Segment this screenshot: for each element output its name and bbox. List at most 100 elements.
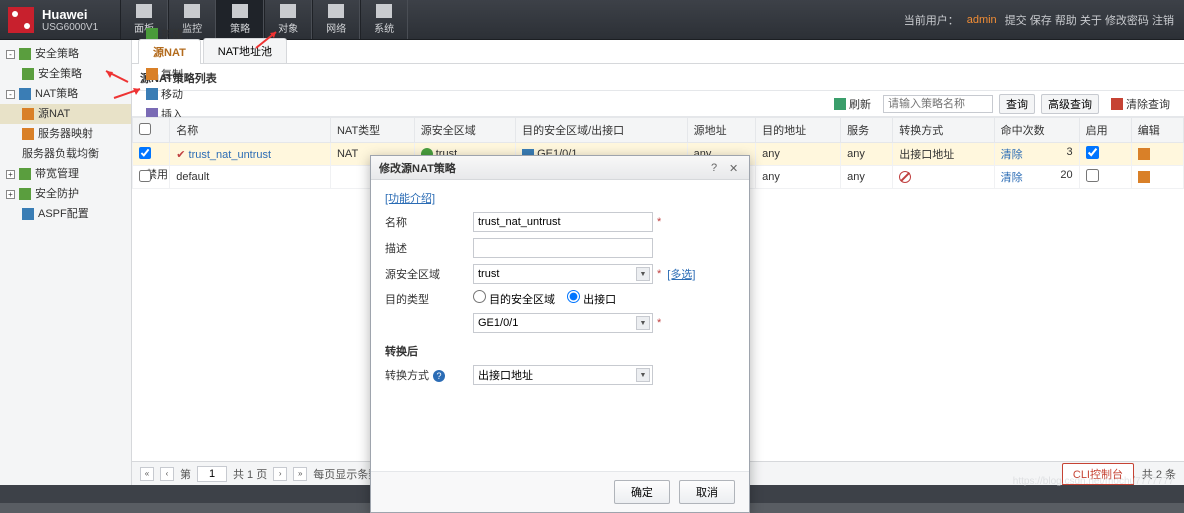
brand-block: Huawei USG6000V1 xyxy=(0,0,110,39)
mode-select[interactable]: 出接口地址▼ xyxy=(473,365,653,385)
search-input[interactable] xyxy=(883,95,993,113)
col-源安全区域: 源安全区域 xyxy=(414,118,515,143)
tree-安全策略[interactable]: -安全策略 xyxy=(0,44,131,64)
expand-icon[interactable]: - xyxy=(6,90,15,99)
huawei-logo-icon xyxy=(8,7,34,33)
edit-icon[interactable] xyxy=(1138,171,1150,183)
enable-check[interactable] xyxy=(1086,146,1099,159)
help-icon[interactable]: ? xyxy=(433,370,445,382)
row-check[interactable] xyxy=(139,170,151,182)
tree-ASPF配置[interactable]: ASPF配置 xyxy=(0,204,131,224)
tree-服务器负载均衡[interactable]: 服务器负载均衡 xyxy=(0,144,131,164)
desc-input[interactable] xyxy=(473,238,653,258)
nav-系统[interactable]: 系统 xyxy=(360,0,408,39)
nav-tree: -安全策略安全策略-NAT策略源NAT 服务器映射服务器负载均衡 + 带宽管理 + 安全防… xyxy=(0,40,132,485)
brand-name: Huawei xyxy=(42,7,98,22)
cancel-button[interactable]: 取消 xyxy=(679,480,735,504)
col-启用: 启用 xyxy=(1079,118,1131,143)
ok-button[interactable]: 确定 xyxy=(614,480,670,504)
col-目的安全区域/出接口: 目的安全区域/出接口 xyxy=(516,118,688,143)
watermark: https://blog.csdn.net/mochu7777777 xyxy=(1013,476,1174,487)
tb-移动[interactable]: 移动 xyxy=(140,84,255,104)
policy-name-link[interactable]: trust_nat_untrust xyxy=(189,149,272,161)
tab-源NAT[interactable]: 源NAT xyxy=(138,39,201,64)
name-input[interactable] xyxy=(473,212,653,232)
tree-icon xyxy=(22,68,34,80)
tree-安全策略[interactable]: 安全策略 xyxy=(0,64,131,84)
tree-icon xyxy=(19,88,31,100)
dialog-close-icon[interactable]: ✕ xyxy=(729,162,741,174)
nav-网络[interactable]: 网络 xyxy=(312,0,360,39)
tb-icon xyxy=(146,68,158,80)
check-all[interactable] xyxy=(139,123,151,135)
pager-last[interactable]: » xyxy=(293,467,307,481)
pager-next[interactable]: › xyxy=(273,467,287,481)
multi-select-link[interactable]: [多选] xyxy=(667,266,695,282)
desc-label: 描述 xyxy=(385,240,473,256)
tree-icon xyxy=(19,168,31,180)
tab-bar: 源NATNAT地址池 xyxy=(132,40,1184,64)
clear-search-button[interactable]: 清除查询 xyxy=(1105,94,1176,114)
radio-outif[interactable]: 出接口 xyxy=(567,290,616,307)
tree-label: 服务器负载均衡 xyxy=(22,146,99,162)
dialog-header: 修改源NAT策略 ? ✕ xyxy=(371,156,749,180)
mode-label: 转换方式? xyxy=(385,367,473,383)
pager-total: 共 1 页 xyxy=(233,466,267,482)
intro-link[interactable]: [功能介绍] xyxy=(385,190,735,206)
col-目的地址: 目的地址 xyxy=(756,118,841,143)
nav-icon xyxy=(136,4,152,18)
nav-对象[interactable]: 对象 xyxy=(264,0,312,39)
col-源地址: 源地址 xyxy=(687,118,756,143)
expand-icon[interactable]: + xyxy=(6,170,15,179)
refresh-icon xyxy=(834,98,846,110)
col-服务: 服务 xyxy=(841,118,893,143)
hdr-link-关于[interactable]: 关于 xyxy=(1080,15,1102,27)
tree-NAT策略[interactable]: -NAT策略 xyxy=(0,84,131,104)
dialog-title: 修改源NAT策略 xyxy=(379,160,456,176)
panel-title: 源NAT策略列表 xyxy=(132,64,1184,91)
col-名称: 名称 xyxy=(170,118,331,143)
pager-page-label: 第 xyxy=(180,466,191,482)
pager-first[interactable]: « xyxy=(140,467,154,481)
tree-label: ASPF配置 xyxy=(38,206,89,222)
search-button[interactable]: 查询 xyxy=(999,94,1035,114)
clear-hits-link[interactable]: 清除 xyxy=(1001,149,1023,161)
col-转换方式: 转换方式 xyxy=(893,118,994,143)
srczone-select[interactable]: trust▼ xyxy=(473,264,653,284)
chevron-down-icon: ▼ xyxy=(636,368,650,382)
tree-icon xyxy=(19,188,31,200)
edit-icon[interactable] xyxy=(1138,148,1150,160)
outif-select[interactable]: GE1/0/1▼ xyxy=(473,313,653,333)
hdr-link-帮助[interactable]: 帮助 xyxy=(1055,15,1077,27)
tree-label: 带宽管理 xyxy=(35,166,79,182)
tree-安全防护[interactable]: + 安全防护 xyxy=(0,184,131,204)
tree-源NAT[interactable]: 源NAT xyxy=(0,104,131,124)
adv-search-button[interactable]: 高级查询 xyxy=(1041,94,1099,114)
dsttype-label: 目的类型 xyxy=(385,291,473,307)
expand-icon[interactable]: + xyxy=(6,190,15,199)
required-icon: * xyxy=(657,317,661,329)
tree-带宽管理[interactable]: + 带宽管理 xyxy=(0,164,131,184)
tree-label: 源NAT xyxy=(38,106,70,122)
hdr-link-提交[interactable]: 提交 xyxy=(1005,15,1027,27)
nav-icon xyxy=(328,4,344,18)
hdr-link-修改密码[interactable]: 修改密码 xyxy=(1105,15,1149,27)
radio-dstzone[interactable]: 目的安全区域 xyxy=(473,290,555,307)
expand-icon[interactable]: - xyxy=(6,50,15,59)
tb-复制[interactable]: 复制 xyxy=(140,64,255,84)
refresh-button[interactable]: 刷新 xyxy=(828,94,877,114)
brand-model: USG6000V1 xyxy=(42,22,98,33)
tree-服务器映射[interactable]: 服务器映射 xyxy=(0,124,131,144)
after-section: 转换后 xyxy=(385,343,735,359)
clear-hits-link[interactable]: 清除 xyxy=(1001,172,1023,184)
tree-label: 安全防护 xyxy=(35,186,79,202)
hdr-link-保存[interactable]: 保存 xyxy=(1030,15,1052,27)
hdr-link-注销[interactable]: 注销 xyxy=(1152,15,1174,27)
tree-icon xyxy=(19,48,31,60)
pager-page-input[interactable] xyxy=(197,466,227,482)
col-NAT类型: NAT类型 xyxy=(330,118,414,143)
enable-check[interactable] xyxy=(1086,169,1099,182)
dialog-help-icon[interactable]: ? xyxy=(711,162,723,174)
row-check[interactable] xyxy=(139,147,151,159)
pager-prev[interactable]: ‹ xyxy=(160,467,174,481)
